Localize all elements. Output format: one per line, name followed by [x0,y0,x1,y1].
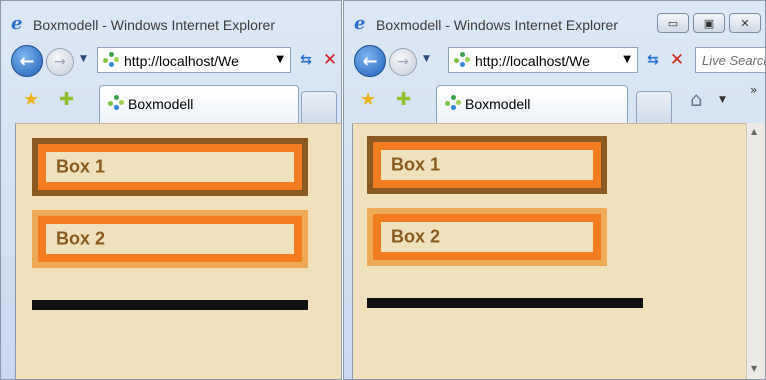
new-tab-button[interactable] [301,91,337,123]
tab-label: Boxmodell [128,96,194,112]
page-viewport: Box 1 Box 2 [15,123,341,379]
navigation-bar: ← → ▼ http://localhost/We ▼ ⇆ ✕ [1,39,341,81]
home-icon[interactable]: ⌂ [690,89,703,109]
ie-logo-icon: e [11,13,23,34]
back-arrow-icon: ← [19,50,35,72]
page-icon [108,95,124,111]
address-dropdown-icon[interactable]: ▼ [623,54,631,65]
forward-arrow-icon: → [397,54,409,70]
page-icon [445,95,461,111]
refresh-button[interactable]: ⇆ [642,49,664,71]
window-controls: ▭ ▣ ✕ [657,13,761,33]
address-dropdown-icon[interactable]: ▼ [276,54,284,65]
maximize-icon: ▣ [703,16,715,30]
tab-boxmodell[interactable]: Boxmodell [99,85,299,123]
ie-logo-icon: e [354,13,366,34]
horizontal-rule [32,300,308,310]
refresh-icon: ⇆ [300,52,312,68]
stop-icon: ✕ [669,50,685,70]
refresh-button[interactable]: ⇆ [295,49,317,71]
home-dropdown-icon[interactable]: ▼ [719,95,726,105]
close-icon: ✕ [740,16,750,30]
stop-button[interactable]: ✕ [666,49,688,71]
tab-label: Boxmodell [465,96,531,112]
close-button[interactable]: ✕ [729,13,761,33]
box-2: Box 2 [32,210,308,268]
address-bar[interactable]: http://localhost/We ▼ [97,47,291,73]
browser-window-right: e Boxmodell - Windows Internet Explorer … [343,0,766,380]
box-1: Box 1 [32,138,308,196]
forward-button[interactable]: → [46,48,74,76]
vertical-scrollbar[interactable]: ▲ ▼ [746,123,765,379]
back-button[interactable]: ← [11,45,43,77]
page-viewport: Box 1 Box 2 [352,123,747,379]
title-bar: e Boxmodell - Windows Internet Explorer [1,1,341,39]
minimize-icon: ▭ [667,16,679,30]
box-2: Box 2 [367,208,607,266]
stop-icon: ✕ [322,50,338,70]
navigation-bar: ← → ▼ http://localhost/We ▼ ⇆ ✕ Live Sea… [344,39,765,81]
box-1-label: Box 1 [391,154,441,175]
star-icon[interactable]: ★ [360,91,376,109]
page-icon [103,52,119,68]
address-bar[interactable]: http://localhost/We ▼ [448,47,638,73]
forward-arrow-icon: → [54,54,66,70]
search-input[interactable]: Live Search [695,47,766,73]
tab-boxmodell[interactable]: Boxmodell [436,85,628,123]
box-2-label: Box 2 [56,228,106,249]
add-favorite-icon[interactable]: ✚ [396,91,411,109]
tab-bar: ★ ✚ Boxmodell [1,81,341,123]
box-1-label: Box 1 [56,156,106,177]
url-text: http://localhost/We [475,53,590,69]
title-bar: e Boxmodell - Windows Internet Explorer … [344,1,765,39]
scroll-up-icon[interactable]: ▲ [751,127,757,136]
horizontal-rule [367,298,643,308]
tab-bar: ★ ✚ Boxmodell ⌂ ▼ » [344,81,765,123]
history-dropdown-icon[interactable]: ▼ [80,54,87,64]
back-arrow-icon: ← [362,50,378,72]
page-icon [454,52,470,68]
browser-window-left: e Boxmodell - Windows Internet Explorer … [0,0,342,380]
maximize-button[interactable]: ▣ [693,13,725,33]
new-tab-button[interactable] [636,91,672,123]
add-favorite-icon[interactable]: ✚ [59,91,74,109]
star-icon[interactable]: ★ [23,91,39,109]
box-2-label: Box 2 [391,226,441,247]
scroll-down-icon[interactable]: ▼ [751,364,757,373]
search-placeholder: Live Search [702,53,766,68]
stop-button[interactable]: ✕ [319,49,341,71]
refresh-icon: ⇆ [647,52,659,68]
minimize-button[interactable]: ▭ [657,13,689,33]
window-title: Boxmodell - Windows Internet Explorer [33,17,275,33]
window-title: Boxmodell - Windows Internet Explorer [376,17,618,33]
box-1: Box 1 [367,136,607,194]
back-button[interactable]: ← [354,45,386,77]
history-dropdown-icon[interactable]: ▼ [423,54,430,64]
more-chevron-icon[interactable]: » [750,83,757,97]
url-text: http://localhost/We [124,53,239,69]
forward-button[interactable]: → [389,48,417,76]
